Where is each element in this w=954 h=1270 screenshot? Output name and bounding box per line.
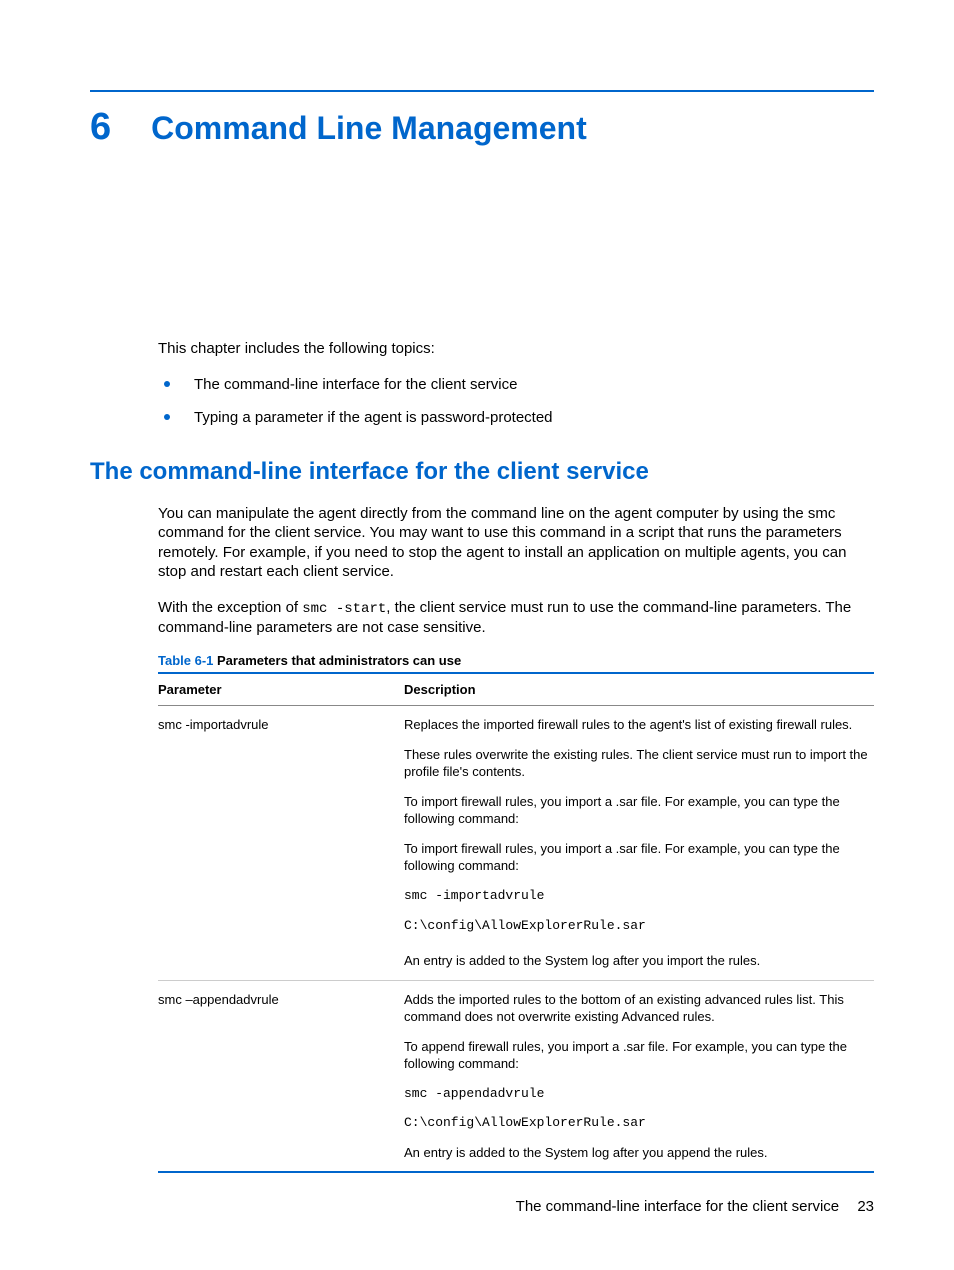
section-heading: The command-line interface for the clien… — [90, 458, 874, 486]
column-header-parameter: Parameter — [158, 673, 404, 706]
page-footer: The command-line interface for the clien… — [516, 1198, 874, 1215]
desc-text: These rules overwrite the existing rules… — [404, 746, 868, 781]
chapter-title: Command Line Management — [151, 110, 587, 147]
code-line: C:\config\AllowExplorerRule.sar — [404, 917, 868, 935]
parameters-table: Parameter Description smc -importadvrule… — [158, 672, 874, 1173]
desc-text: To append firewall rules, you import a .… — [404, 1038, 868, 1073]
desc-text: Replaces the imported firewall rules to … — [404, 716, 868, 734]
section-para: You can manipulate the agent directly fr… — [158, 504, 874, 582]
code-line: smc -appendadvrule — [404, 1085, 868, 1103]
top-rule — [90, 90, 874, 92]
inline-code: smc -start — [302, 601, 386, 617]
desc-cell: Adds the imported rules to the bottom of… — [404, 980, 874, 1172]
page-number: 23 — [857, 1198, 874, 1215]
topic-text: Typing a parameter if the agent is passw… — [194, 409, 553, 426]
page: 6 Command Line Management This chapter i… — [0, 0, 954, 1270]
column-header-description: Description — [404, 673, 874, 706]
desc-text: To import firewall rules, you import a .… — [404, 793, 868, 828]
desc-text: An entry is added to the System log afte… — [404, 1144, 868, 1162]
table-caption-text: Parameters that administrators can use — [213, 653, 461, 668]
para-text: With the exception of — [158, 599, 302, 616]
topic-text: The command-line interface for the clien… — [194, 376, 517, 393]
bullet-icon — [164, 381, 170, 387]
desc-cell: Replaces the imported firewall rules to … — [404, 706, 874, 980]
table-row: smc –appendadvrule Adds the imported rul… — [158, 980, 874, 1172]
footer-text: The command-line interface for the clien… — [516, 1198, 839, 1215]
bullet-icon — [164, 414, 170, 420]
table-caption: Table 6-1 Parameters that administrators… — [158, 653, 874, 668]
list-item: Typing a parameter if the agent is passw… — [158, 408, 874, 428]
topic-list: The command-line interface for the clien… — [158, 375, 874, 428]
table-row: smc -importadvrule Replaces the imported… — [158, 706, 874, 980]
param-cell: smc -importadvrule — [158, 706, 404, 980]
code-line: smc -importadvrule — [404, 887, 868, 905]
list-item: The command-line interface for the clien… — [158, 375, 874, 395]
desc-text: An entry is added to the System log afte… — [404, 952, 868, 970]
section-para: With the exception of smc -start, the cl… — [158, 598, 874, 638]
intro-text: This chapter includes the following topi… — [158, 339, 874, 359]
desc-text: To import firewall rules, you import a .… — [404, 840, 868, 875]
code-line: C:\config\AllowExplorerRule.sar — [404, 1114, 868, 1132]
table-caption-label: Table 6-1 — [158, 653, 213, 668]
param-cell: smc –appendadvrule — [158, 980, 404, 1172]
chapter-heading: 6 Command Line Management — [90, 106, 874, 149]
table-header-row: Parameter Description — [158, 673, 874, 706]
desc-text: Adds the imported rules to the bottom of… — [404, 991, 868, 1026]
chapter-number: 6 — [90, 106, 111, 149]
